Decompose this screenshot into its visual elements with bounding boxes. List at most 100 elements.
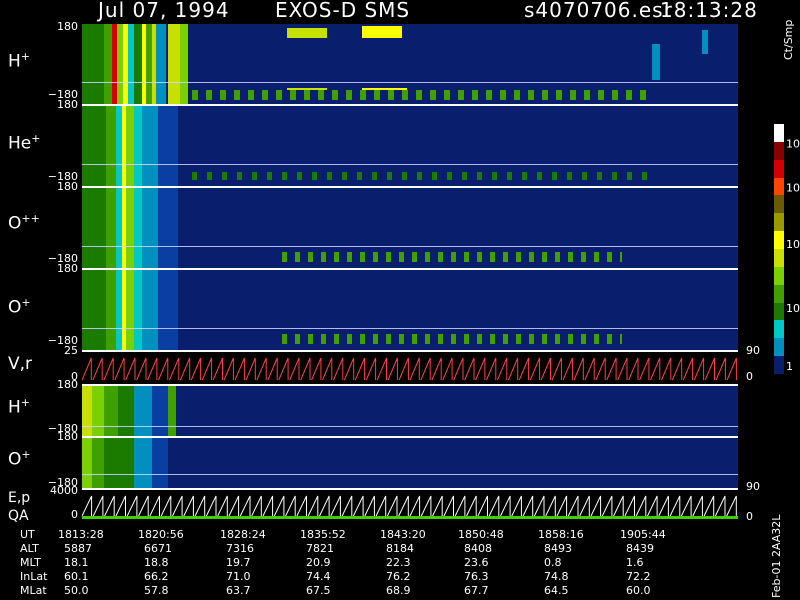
tick-bottom: 0 [71, 508, 78, 521]
footer-code: Feb-01 2AA32L [770, 514, 783, 598]
table-cell: 18.1 [64, 556, 89, 569]
table-cell: 67.5 [306, 584, 331, 597]
colorbar-segment [774, 195, 784, 214]
colorbar-segment [774, 231, 784, 250]
colorbar-segment [774, 159, 784, 179]
table-cell: 64.5 [544, 584, 569, 597]
colorbar-segment [774, 320, 784, 339]
velocity-range-plot [82, 352, 738, 384]
tick-top: 180 [57, 180, 78, 193]
table-row-label: MLT [20, 556, 41, 569]
tick-top: 180 [57, 262, 78, 275]
table-cell: 57.8 [144, 584, 169, 597]
spectrogram-o-plus [82, 270, 738, 350]
date-title: Jul 07, 1994 [98, 0, 230, 22]
colorbar-label-1: 1 [786, 360, 793, 373]
table-cell: 7821 [306, 542, 334, 555]
time-stamp: 18:13:28 [660, 0, 758, 22]
table-row-label: InLat [20, 570, 48, 583]
table-cell: 63.7 [226, 584, 251, 597]
colorbar-segment [774, 302, 784, 321]
table-cell: 67.7 [464, 584, 489, 597]
panel-label-o-plusplus: O++ [8, 212, 40, 234]
spectrogram-o-plus-2 [82, 438, 738, 488]
table-cell: 60.0 [626, 584, 651, 597]
baseline-trace [82, 516, 738, 519]
panel-label-he-plus: He+ [8, 132, 41, 154]
table-cell: 8439 [626, 542, 654, 555]
table-cell: 8184 [386, 542, 414, 555]
table-row-label: UT [20, 528, 35, 541]
table-cell: 76.2 [386, 570, 411, 583]
tick-top: 4000 [50, 484, 78, 497]
colorbar-segment [774, 266, 784, 286]
panel-label-h-plus: H+ [8, 50, 31, 72]
energy-pitch-plot [82, 490, 738, 520]
panel-label-h-plus-2: H+ [8, 396, 31, 418]
panel-label-o-plus: O+ [8, 296, 31, 318]
colorbar-label-1e4: 104 [786, 137, 800, 151]
qa-label: QA [8, 508, 29, 524]
tick-top: 180 [57, 98, 78, 111]
table-row-label: ALT [20, 542, 39, 555]
colorbar-segment [774, 177, 784, 196]
table-cell: 22.3 [386, 556, 411, 569]
table-cell: 20.9 [306, 556, 331, 569]
table-cell: 1820:56 [138, 528, 184, 541]
colorbar-label-10: 10 [786, 302, 800, 315]
right-tick-top: 90 [746, 480, 760, 493]
table-cell: 19.7 [226, 556, 251, 569]
table-cell: 18.8 [144, 556, 169, 569]
instrument-title: EXOS-D SMS [275, 0, 411, 22]
table-cell: 1835:52 [300, 528, 346, 541]
table-row-label: MLat [20, 584, 47, 597]
table-cell: 5887 [64, 542, 92, 555]
table-cell: 50.0 [64, 584, 89, 597]
colorbar-segment [774, 338, 784, 357]
table-cell: 23.6 [464, 556, 489, 569]
right-tick-bottom: 0 [746, 370, 753, 383]
table-cell: 1858:16 [538, 528, 584, 541]
colorbar-label-1e3: 103 [786, 181, 800, 195]
table-cell: 68.9 [386, 584, 411, 597]
colorbar [774, 124, 784, 375]
table-cell: 60.1 [64, 570, 89, 583]
table-cell: 1850:48 [458, 528, 504, 541]
colorbar-segment [774, 124, 784, 143]
orbit-table: UT 1813:28 1820:56 1828:24 1835:52 1843:20 185… [0, 528, 760, 600]
table-cell: 1828:24 [220, 528, 266, 541]
spectrogram-h-plus-2 [82, 386, 738, 436]
right-tick-bottom: 0 [746, 510, 753, 523]
table-cell: 7316 [226, 542, 254, 555]
tick-top: 180 [57, 20, 78, 33]
table-cell: 0.8 [544, 556, 562, 569]
table-cell: 74.8 [544, 570, 569, 583]
spectrogram-o-plusplus [82, 188, 738, 268]
tick-top: 180 [57, 378, 78, 391]
colorbar-segment [774, 284, 784, 304]
colorbar-segment [774, 249, 784, 268]
table-cell: 1813:28 [58, 528, 104, 541]
table-cell: 1905:44 [620, 528, 666, 541]
table-cell: 66.2 [144, 570, 169, 583]
table-cell: 71.0 [226, 570, 251, 583]
panel-label-o-plus-2: O+ [8, 448, 31, 470]
table-cell: 1843:20 [380, 528, 426, 541]
right-tick-top: 90 [746, 344, 760, 357]
colorbar-unit: Ct/Smp [782, 19, 795, 60]
tick-top: 25 [64, 344, 78, 357]
colorbar-label-100: 100 [786, 238, 800, 251]
table-cell: 8408 [464, 542, 492, 555]
spectrogram-h-plus [82, 24, 738, 104]
spectrogram-he-plus [82, 106, 738, 186]
table-cell: 74.4 [306, 570, 331, 583]
colorbar-segment [774, 213, 784, 232]
table-cell: 8493 [544, 542, 572, 555]
colorbar-segment [774, 356, 784, 375]
table-cell: 72.2 [626, 570, 651, 583]
tick-top: 180 [57, 430, 78, 443]
table-cell: 6671 [144, 542, 172, 555]
panel-label-vr: V,r [8, 354, 33, 374]
colorbar-segment [774, 141, 784, 161]
file-name: s4070706.esr [524, 0, 673, 22]
